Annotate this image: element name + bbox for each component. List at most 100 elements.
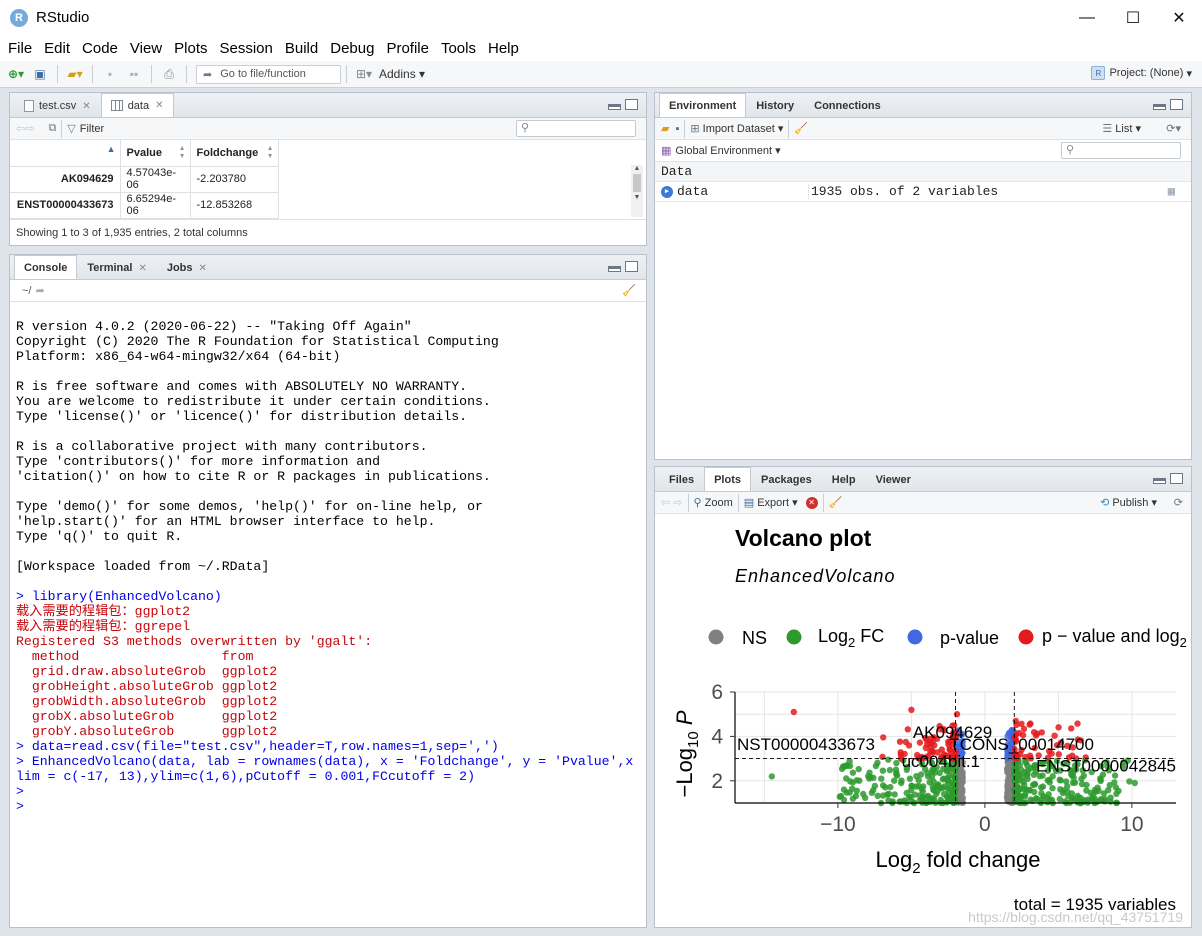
y-tick-label: 2: [711, 770, 723, 793]
load-workspace-icon[interactable]: ▰: [661, 122, 669, 135]
filter-button[interactable]: Filter: [80, 123, 104, 135]
minimize-pane-icon[interactable]: [608, 104, 621, 110]
clear-workspace-icon[interactable]: 🧹: [794, 122, 808, 135]
minimize-pane-icon[interactable]: [1153, 104, 1166, 110]
close-tab-icon[interactable]: ✕: [138, 263, 146, 274]
tab-terminal[interactable]: Terminal ✕: [77, 256, 156, 279]
data-point: [1062, 778, 1070, 785]
tab-console[interactable]: Console: [14, 255, 78, 279]
menu-session[interactable]: Session: [214, 40, 279, 57]
clear-plots-icon[interactable]: 🧹: [829, 496, 843, 509]
export-button[interactable]: ▤ Export ▾: [744, 496, 798, 509]
tab-environment[interactable]: Environment: [659, 93, 747, 117]
clear-console-icon[interactable]: 🧹: [622, 284, 636, 297]
data-point: [908, 782, 915, 789]
cell-pvalue: 6.65294e-06: [120, 192, 191, 219]
tab-help[interactable]: Help: [822, 468, 866, 491]
new-project-icon[interactable]: ▣: [31, 64, 49, 84]
menu-edit[interactable]: Edit: [38, 40, 76, 57]
expand-icon[interactable]: ▶: [661, 185, 673, 198]
zoom-button[interactable]: ⚲ Zoom: [694, 496, 733, 509]
maximize-pane-icon[interactable]: [1170, 99, 1183, 110]
addins-menu[interactable]: Addins ▾: [379, 64, 425, 84]
menu-help[interactable]: Help: [482, 40, 525, 57]
menu-profile[interactable]: Profile: [380, 40, 435, 57]
close-tab-icon[interactable]: ✕: [82, 101, 90, 112]
maximize-pane-icon[interactable]: [1170, 473, 1183, 484]
tab-plots[interactable]: Plots: [704, 467, 751, 491]
close-window-button[interactable]: ✕: [1156, 0, 1202, 35]
environment-search-input[interactable]: ⚲: [1061, 142, 1181, 159]
menu-plots[interactable]: Plots: [168, 40, 213, 57]
goto-file-input[interactable]: ➦ Go to file/function: [196, 64, 341, 84]
menu-view[interactable]: View: [124, 40, 168, 57]
import-dataset-button[interactable]: ⊞ Import Dataset ▾: [690, 122, 783, 135]
tab-packages[interactable]: Packages: [751, 468, 822, 491]
tab-viewer[interactable]: Viewer: [866, 468, 921, 491]
menu-file[interactable]: File: [2, 40, 38, 57]
data-point: [790, 708, 797, 716]
tab-jobs[interactable]: Jobs ✕: [157, 256, 217, 279]
tab-files[interactable]: Files: [659, 468, 704, 491]
plot-subtitle: EnhancedVolcano: [735, 566, 895, 586]
minimize-button[interactable]: —: [1064, 0, 1110, 35]
minimize-pane-icon[interactable]: [1153, 478, 1166, 484]
new-file-icon[interactable]: ⊕▾: [7, 64, 25, 84]
list-view-button[interactable]: ☰ List ▾: [1102, 122, 1141, 135]
refresh-icon[interactable]: ⟳▾: [1166, 122, 1181, 135]
environment-scope-menu[interactable]: Global Environment ▾: [675, 144, 780, 157]
cell-foldchange: -2.203780: [190, 166, 279, 193]
env-item[interactable]: ▶ data 1935 obs. of 2 variables ▦: [655, 182, 1191, 202]
data-point: [893, 759, 900, 767]
close-tab-icon[interactable]: ✕: [155, 100, 163, 111]
open-file-icon[interactable]: ▰▾: [66, 64, 84, 84]
publish-button[interactable]: ⟲ Publish ▾: [1100, 496, 1157, 509]
view-data-icon[interactable]: ▦: [1168, 184, 1175, 199]
project-menu[interactable]: R Project: (None) ▾: [1091, 66, 1192, 80]
tab-test-csv[interactable]: test.csv ✕: [14, 94, 101, 117]
console-line: lim = c(-17, 13),ylim=c(1,6),pCutoff = 0…: [16, 769, 475, 784]
menu-code[interactable]: Code: [76, 40, 124, 57]
tab-data[interactable]: data ✕: [100, 93, 174, 117]
sort-icon: ▲ ▼: [178, 145, 186, 160]
menu-debug[interactable]: Debug: [324, 40, 380, 57]
save-icon[interactable]: ▪: [101, 64, 119, 84]
minimize-pane-icon[interactable]: [608, 266, 621, 272]
data-point: [1097, 796, 1105, 803]
goto-dir-icon[interactable]: ➦: [35, 284, 44, 297]
column-header-pvalue[interactable]: Pvalue ▲ ▼: [120, 140, 191, 167]
data-point: [1031, 788, 1038, 796]
refresh-icon[interactable]: ⟳: [1174, 496, 1183, 509]
remove-plot-icon[interactable]: ✕: [805, 496, 818, 509]
console-line: grobY.absoluteGrob ggplot2: [16, 724, 278, 739]
tab-connections[interactable]: Connections: [804, 94, 891, 117]
tab-label: test.csv: [39, 100, 77, 112]
menu-build[interactable]: Build: [279, 40, 324, 57]
back-forward-icon[interactable]: ⇦⇨: [16, 122, 34, 135]
data-point: [1011, 754, 1019, 761]
close-tab-icon[interactable]: ✕: [199, 263, 207, 274]
console-output[interactable]: R version 4.0.2 (2020-06-22) -- "Taking …: [10, 307, 646, 927]
popout-icon[interactable]: ⧉: [48, 122, 56, 135]
maximize-pane-icon[interactable]: [625, 99, 638, 110]
menu-tools[interactable]: Tools: [435, 40, 482, 57]
data-point: [1083, 781, 1090, 789]
data-point: [896, 738, 904, 745]
maximize-pane-icon[interactable]: [625, 261, 638, 272]
save-workspace-icon[interactable]: ▪: [675, 123, 679, 135]
data-search-input[interactable]: ⚲: [516, 120, 636, 137]
print-icon[interactable]: ⎙: [160, 64, 178, 84]
tab-history[interactable]: History: [746, 94, 804, 117]
pane-layout-icon[interactable]: ⊞▾: [355, 64, 373, 84]
save-all-icon[interactable]: ▪▪: [125, 64, 143, 84]
legend-fc-label: Log2 FC: [818, 626, 884, 650]
rownames-header[interactable]: ▲: [10, 140, 121, 167]
data-point: [915, 776, 922, 784]
data-point: [847, 778, 854, 785]
table-scrollbar[interactable]: ▲ ▼: [631, 165, 643, 217]
back-forward-icon[interactable]: ⇦ ⇨: [661, 496, 683, 509]
maximize-button[interactable]: ☐: [1110, 0, 1156, 35]
column-header-foldchange[interactable]: Foldchange ▲ ▼: [190, 140, 279, 167]
scope-bar: ▦ Global Environment ▾ ⚲: [655, 140, 1191, 162]
